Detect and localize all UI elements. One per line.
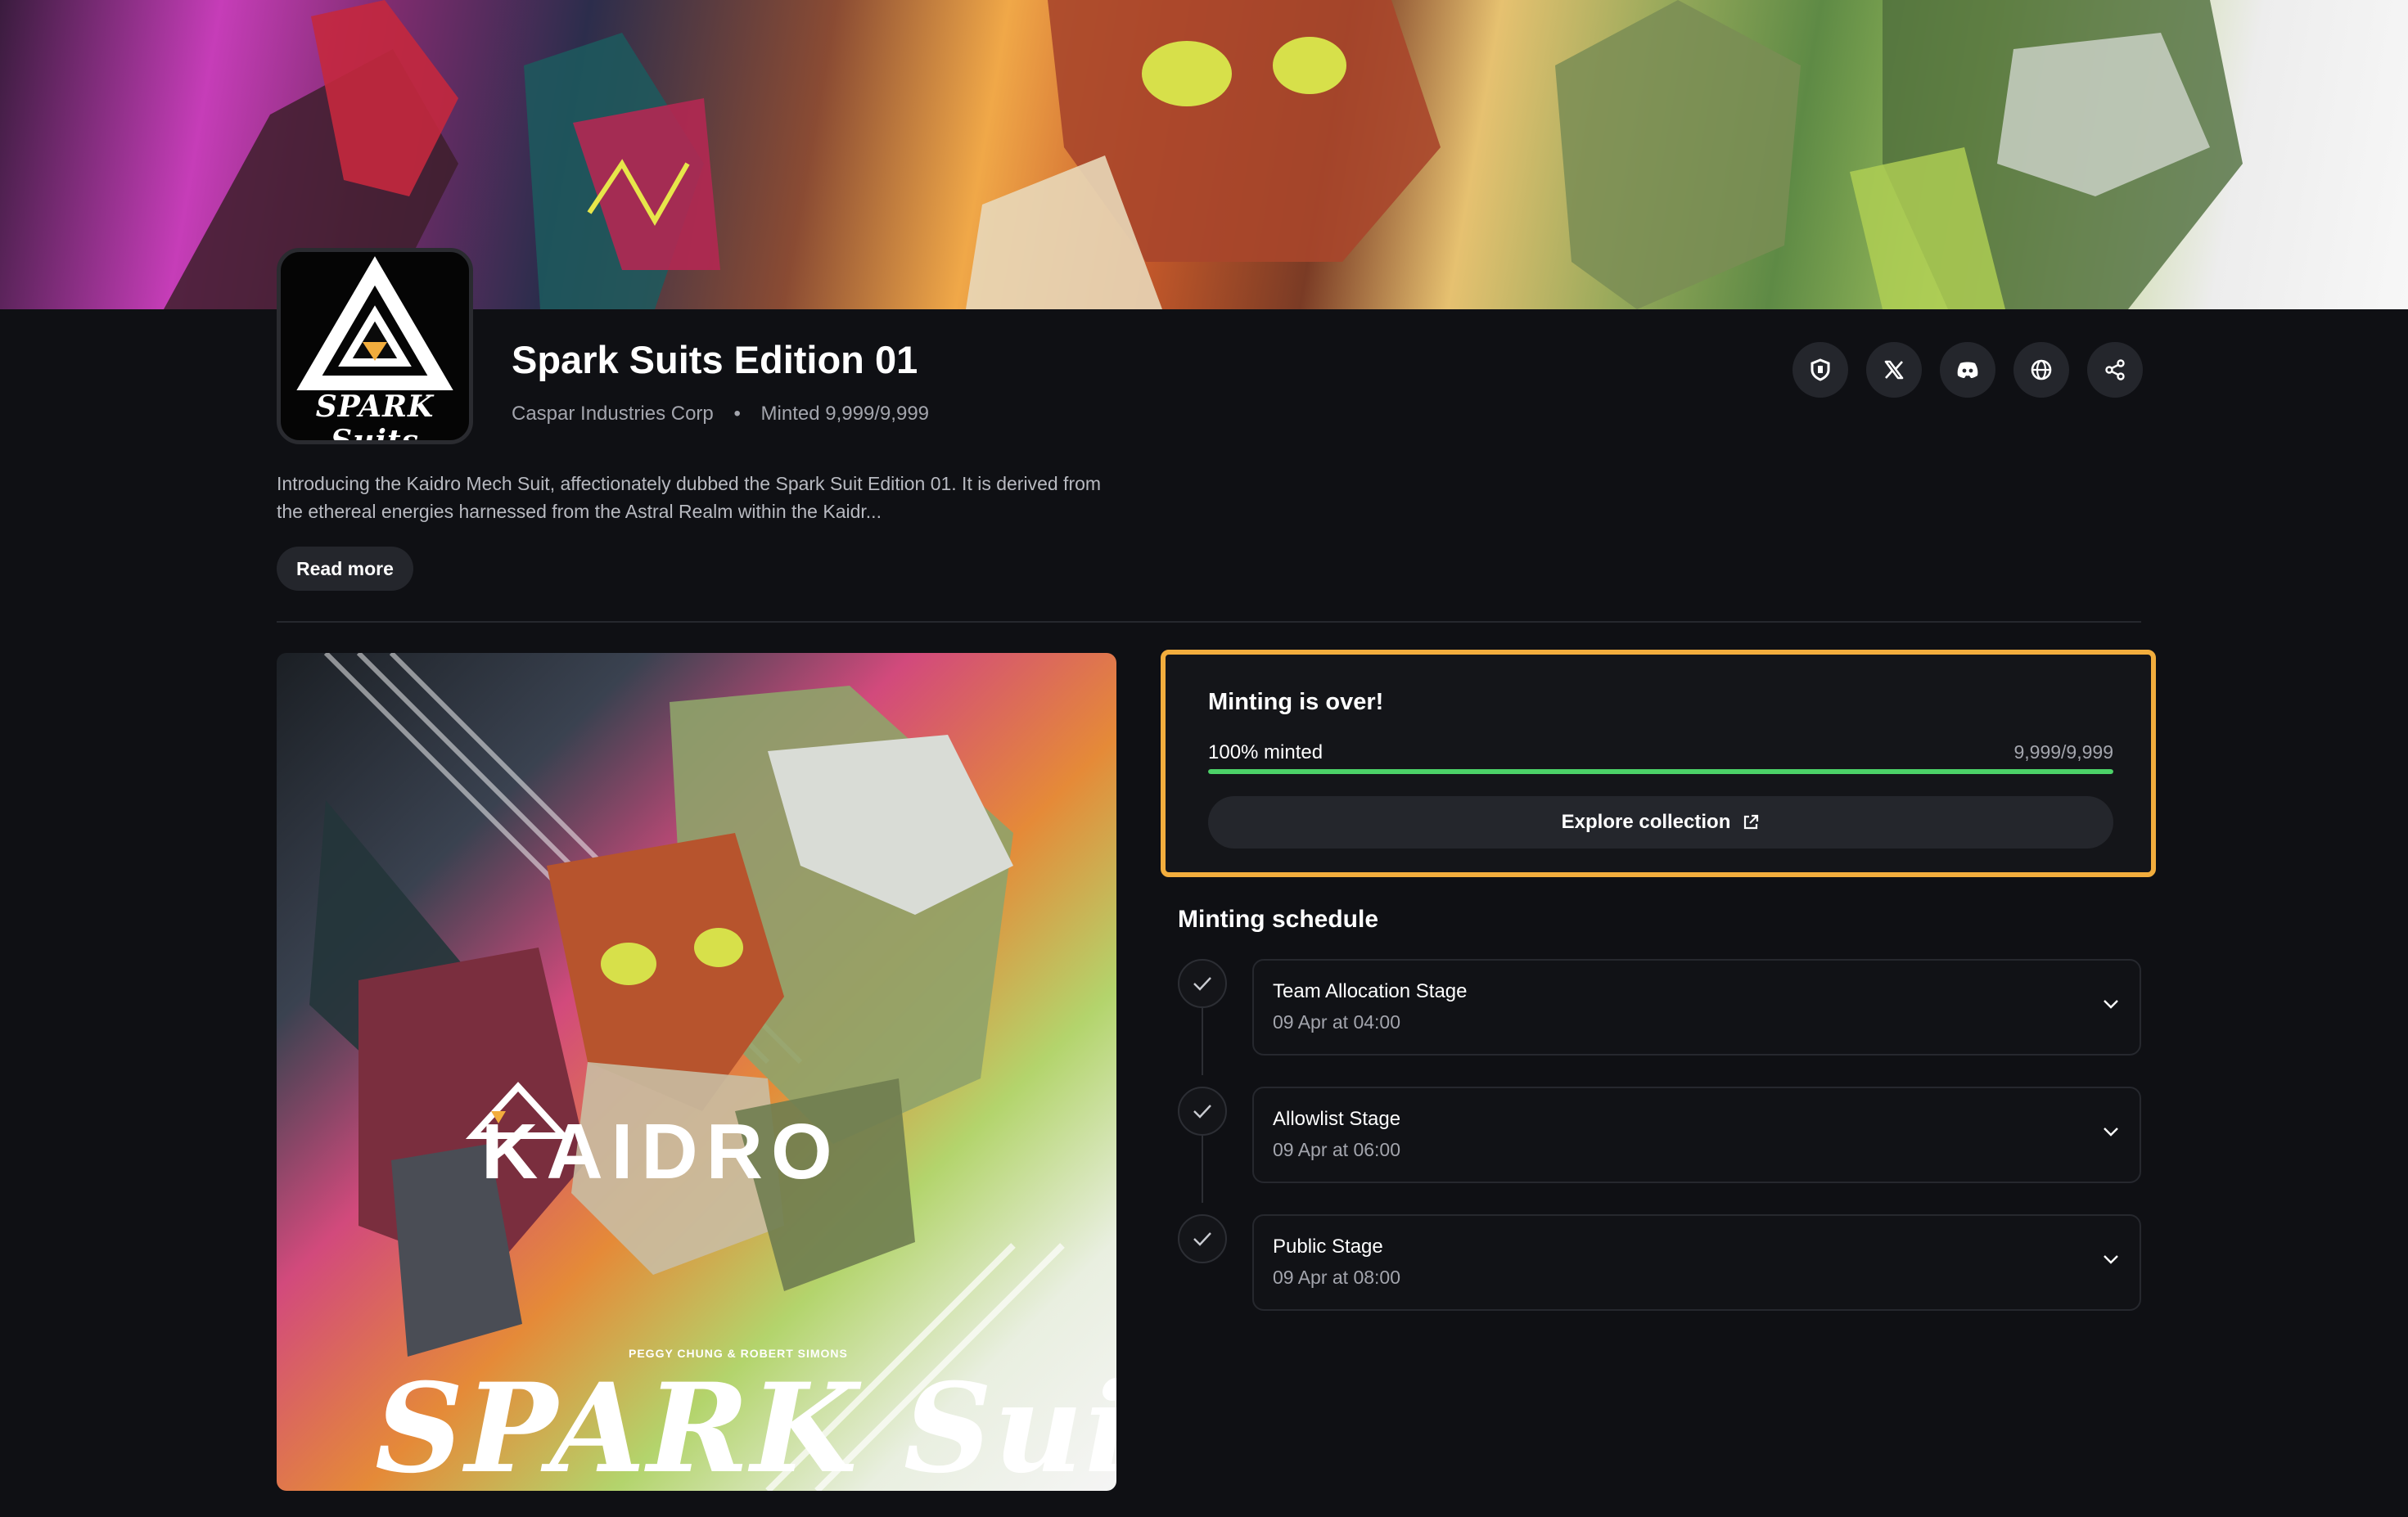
stage-date: 09 Apr at 08:00 bbox=[1273, 1267, 1401, 1288]
stage-name: Team Allocation Stage bbox=[1273, 980, 1468, 1002]
stage-complete-indicator bbox=[1178, 959, 1227, 1008]
stage-complete-indicator bbox=[1178, 1087, 1227, 1136]
page-title: Spark Suits Edition 01 bbox=[512, 338, 918, 381]
external-link-icon bbox=[1744, 814, 1759, 830]
x-twitter-button[interactable] bbox=[1866, 342, 1922, 398]
mint-progress-bar bbox=[1208, 769, 2113, 774]
collection-description: Introducing the Kaidro Mech Suit, affect… bbox=[277, 473, 1102, 522]
minting-schedule-title: Minting schedule bbox=[1178, 906, 1379, 933]
social-links bbox=[1792, 342, 2143, 398]
share-button[interactable] bbox=[2087, 342, 2143, 398]
verified-shield-button[interactable] bbox=[1792, 342, 1848, 398]
mint-status-title: Minting is over! bbox=[1208, 689, 1384, 715]
meta-separator: • bbox=[733, 403, 741, 425]
chevron-down-icon[interactable] bbox=[2102, 1126, 2120, 1137]
creator-name[interactable]: Caspar Industries Corp bbox=[512, 403, 714, 425]
section-divider bbox=[277, 621, 2141, 623]
checkmark-icon bbox=[1193, 1105, 1211, 1119]
checkmark-icon bbox=[1193, 1232, 1211, 1246]
explore-collection-button[interactable]: Explore collection bbox=[1208, 796, 2113, 849]
stage-complete-indicator bbox=[1178, 1214, 1227, 1263]
chevron-down-icon[interactable] bbox=[2102, 1254, 2120, 1265]
explore-collection-label: Explore collection bbox=[1561, 811, 1731, 833]
share-icon bbox=[2105, 359, 2125, 380]
stage-date: 09 Apr at 06:00 bbox=[1273, 1139, 1401, 1160]
artwork-brand-text: KAIDRO bbox=[481, 1108, 841, 1195]
artwork-series-text: SPARK Suits bbox=[375, 1357, 1116, 1491]
chevron-down-icon[interactable] bbox=[2102, 998, 2120, 1010]
mint-progress-count: 9,999/9,999 bbox=[2013, 741, 2113, 763]
logo-wordmark: SPARK Suits bbox=[315, 389, 435, 444]
schedule-stage[interactable]: Team Allocation Stage 09 Apr at 04:00 bbox=[1252, 959, 2141, 1056]
minted-count: Minted 9,999/9,999 bbox=[760, 403, 930, 425]
shield-icon bbox=[1811, 358, 1830, 381]
website-button[interactable] bbox=[2013, 342, 2069, 398]
schedule-connector bbox=[1202, 1008, 1203, 1075]
mint-status-card: Minting is over! 100% minted 9,999/9,999… bbox=[1161, 650, 2156, 877]
discord-icon bbox=[1957, 362, 1978, 378]
collection-artwork: KAIDRO PEGGY CHUNG & ROBERT SIMONS SPARK… bbox=[277, 653, 1116, 1491]
x-icon bbox=[1884, 360, 1904, 380]
collection-meta: Caspar Industries Corp • Minted 9,999/9,… bbox=[512, 403, 929, 425]
schedule-stage[interactable]: Public Stage 09 Apr at 08:00 bbox=[1252, 1214, 2141, 1311]
mint-progress-label: 100% minted bbox=[1208, 741, 1323, 763]
discord-button[interactable] bbox=[1940, 342, 1995, 398]
schedule-connector bbox=[1202, 1136, 1203, 1203]
stage-name: Public Stage bbox=[1273, 1236, 1383, 1258]
read-more-button[interactable]: Read more bbox=[277, 547, 413, 591]
mint-progress-fill bbox=[1208, 769, 2113, 774]
schedule-stage[interactable]: Allowlist Stage 09 Apr at 06:00 bbox=[1252, 1087, 2141, 1183]
collection-logo: SPARK Suits bbox=[277, 248, 473, 444]
globe-icon bbox=[2031, 359, 2052, 380]
checkmark-icon bbox=[1193, 977, 1211, 991]
stage-name: Allowlist Stage bbox=[1273, 1108, 1401, 1130]
stage-date: 09 Apr at 04:00 bbox=[1273, 1011, 1401, 1033]
